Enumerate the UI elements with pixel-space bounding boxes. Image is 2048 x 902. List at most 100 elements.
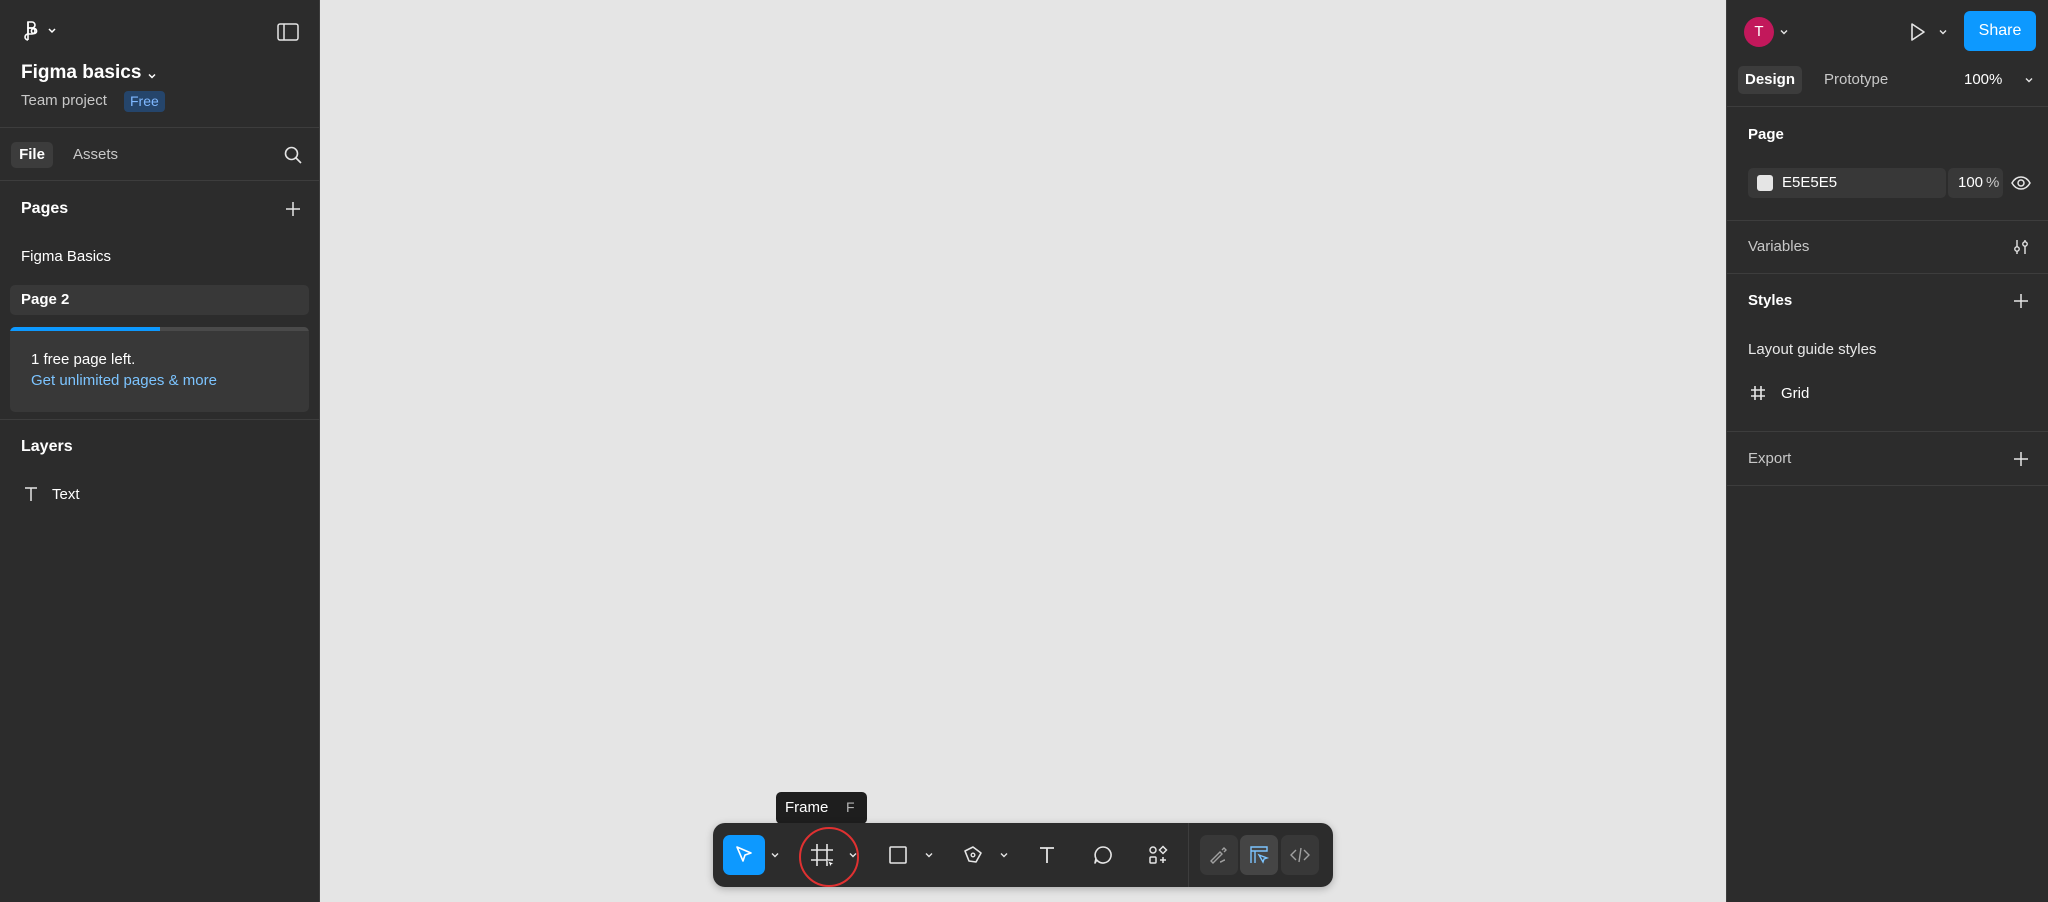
divider [0, 180, 320, 181]
canvas[interactable] [320, 0, 1726, 902]
page-usage-progress-fill [10, 327, 160, 331]
present-chevron-icon[interactable] [1937, 26, 1949, 38]
layers-heading: Layers [21, 438, 73, 455]
page-section-heading: Page [1748, 126, 1784, 143]
upgrade-banner: 1 free page left. Get unlimited pages & … [10, 327, 309, 412]
page-item-page-2[interactable]: Page 2 [10, 285, 309, 315]
comment-icon [1094, 846, 1112, 864]
frame-tool-chevron-icon[interactable] [847, 849, 859, 861]
file-menu-chevron-icon[interactable] [144, 68, 160, 84]
divider [1727, 431, 2048, 432]
toggle-sidebar-button[interactable] [272, 18, 304, 46]
file-title[interactable]: Figma basics [21, 62, 141, 84]
zoom-level[interactable]: 100% [1964, 71, 2002, 88]
layer-label: Text [52, 486, 80, 503]
color-swatch[interactable] [1757, 175, 1773, 191]
draw-mode-button[interactable] [1200, 835, 1238, 875]
divider [0, 127, 320, 128]
present-button[interactable] [1902, 17, 1932, 47]
avatar[interactable]: T [1744, 17, 1774, 47]
search-icon [284, 146, 302, 164]
pages-heading: Pages [21, 200, 69, 217]
cursor-icon [736, 846, 752, 862]
page-background-row: E5E5E5 100 % [1748, 168, 2034, 198]
share-button[interactable]: Share [1964, 11, 2036, 51]
page-item-figma-basics[interactable]: Figma Basics [21, 248, 111, 265]
tab-file[interactable]: File [11, 142, 53, 168]
style-label: Grid [1781, 385, 1810, 402]
plus-icon [2014, 294, 2028, 308]
pen-tool-chevron-icon[interactable] [998, 849, 1010, 861]
draw-icon [1210, 847, 1227, 864]
code-icon [1290, 847, 1310, 863]
left-sidebar: Figma basics Team project Free File Asse… [0, 0, 320, 902]
play-icon [1911, 23, 1925, 41]
visibility-toggle[interactable] [2010, 172, 2032, 194]
sidebar-panel-icon [277, 23, 299, 41]
plan-badge: Free [124, 91, 165, 112]
divider [0, 419, 320, 420]
tab-design[interactable]: Design [1738, 66, 1802, 94]
search-button[interactable] [280, 142, 306, 168]
move-tool-button[interactable] [723, 835, 765, 875]
eye-icon [2011, 176, 2031, 190]
add-export-button[interactable] [2010, 448, 2032, 470]
background-color-field[interactable]: E5E5E5 [1748, 168, 1946, 198]
styles-heading: Styles [1748, 292, 1793, 309]
sliders-icon [2014, 240, 2028, 254]
add-page-button[interactable] [280, 196, 306, 222]
variables-button[interactable] [2010, 236, 2032, 258]
team-project-label[interactable]: Team project [21, 92, 107, 109]
shape-tool-button[interactable] [877, 835, 919, 875]
dev-mode-button[interactable] [1281, 835, 1319, 875]
background-hex-value: E5E5E5 [1782, 174, 1838, 191]
main-menu-button[interactable] [18, 16, 62, 46]
figma-logo-icon [24, 21, 56, 41]
frame-icon [811, 844, 836, 869]
divider [1727, 273, 2048, 274]
design-mode-icon [1250, 846, 1270, 864]
rectangle-icon [889, 846, 907, 864]
percent-sign: % [1986, 174, 2000, 191]
right-sidebar: T Share Design Prototype 100% Page E5E5E… [1726, 0, 2048, 902]
avatar-chevron-icon[interactable] [1778, 26, 1790, 38]
text-icon [25, 487, 37, 501]
pen-tool-button[interactable] [952, 835, 994, 875]
layout-guide-styles-label: Layout guide styles [1748, 341, 1877, 358]
tab-assets[interactable]: Assets [73, 146, 118, 163]
page-usage-progress [10, 327, 309, 331]
zoom-chevron-icon[interactable] [2023, 74, 2035, 86]
page-item-label: Page 2 [21, 291, 70, 308]
comment-tool-button[interactable] [1082, 835, 1124, 875]
upsell-text: 1 free page left. [31, 351, 136, 368]
tab-prototype[interactable]: Prototype [1824, 71, 1888, 88]
design-mode-button[interactable] [1240, 835, 1278, 875]
plus-icon [2014, 452, 2028, 466]
layer-item-text[interactable]: Text [21, 484, 301, 506]
tooltip-label: Frame [785, 799, 829, 816]
tooltip-shortcut: F [846, 799, 855, 815]
add-style-button[interactable] [2010, 290, 2032, 312]
upgrade-link[interactable]: Get unlimited pages & more [31, 372, 217, 389]
pen-icon [964, 846, 982, 863]
export-heading[interactable]: Export [1748, 450, 1791, 467]
background-opacity-field[interactable]: 100 % [1948, 168, 2003, 198]
toolbar-divider [1188, 823, 1189, 887]
frame-tool-button[interactable] [801, 835, 843, 875]
grid-icon [1751, 386, 1765, 400]
bottom-toolbar [713, 823, 1333, 887]
actions-tool-button[interactable] [1137, 835, 1179, 875]
divider [1727, 485, 2048, 486]
plus-icon [286, 202, 300, 216]
move-tool-chevron-icon[interactable] [769, 849, 781, 861]
shape-tool-chevron-icon[interactable] [923, 849, 935, 861]
text-icon [1040, 847, 1054, 863]
divider [1727, 220, 2048, 221]
actions-icon [1149, 845, 1168, 864]
opacity-value: 100 [1958, 174, 1984, 191]
divider [1727, 106, 2048, 107]
variables-heading[interactable]: Variables [1748, 238, 1809, 255]
text-tool-button[interactable] [1026, 835, 1068, 875]
style-item-grid[interactable]: Grid [1748, 383, 1948, 405]
tooltip: Frame F [776, 792, 867, 829]
